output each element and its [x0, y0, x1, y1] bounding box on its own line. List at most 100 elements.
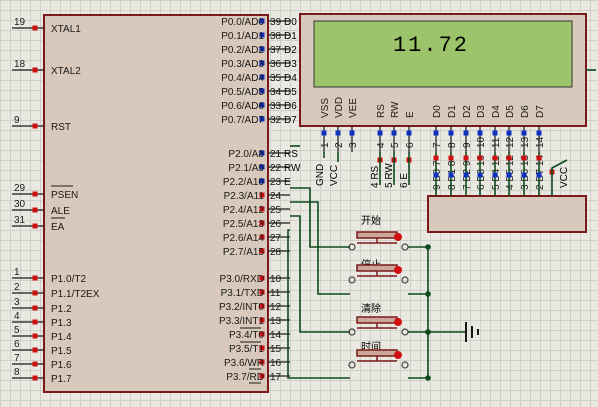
pin-marker	[32, 207, 38, 213]
pin-marker	[492, 130, 498, 136]
mcu-pin-number: 16	[270, 358, 282, 369]
mcu-pin-number: 11	[270, 288, 281, 299]
mcu-pin-name: XTAL2	[51, 66, 81, 77]
lcd-pin-number: 10	[476, 136, 487, 148]
pin-marker	[506, 172, 512, 178]
pin-marker	[521, 155, 527, 161]
pin-marker	[32, 347, 38, 353]
pin-marker	[521, 130, 527, 136]
pin-marker	[448, 155, 454, 161]
mcu-pin-number: 14	[270, 330, 282, 341]
mcu-pin-name: P3.1/TXD	[221, 288, 264, 299]
lcd-pin-number: 2	[334, 142, 345, 148]
pin-marker	[32, 333, 38, 339]
mcu-pin-number: 37	[270, 45, 282, 56]
mcu-pin-number: 39	[270, 17, 282, 28]
junction-dot	[425, 375, 431, 381]
mcu-pin-name: P2.2/A10	[223, 177, 265, 188]
mcu-pin-number: 19	[14, 17, 26, 28]
pin-marker	[32, 305, 38, 311]
pin-marker	[477, 155, 483, 161]
mcu-pin-number: 26	[270, 219, 282, 230]
mcu-pin-name: P3.6/WR	[224, 358, 264, 369]
mcu-pin-number: 28	[270, 247, 282, 258]
mcu-pin-number: 22	[270, 163, 282, 174]
junction-dot	[425, 329, 431, 335]
mcu-pin-name: ALE	[51, 206, 70, 217]
mcu-pin-number: 32	[270, 115, 282, 126]
mcu-pin-number: 35	[270, 73, 282, 84]
button-contact	[401, 243, 409, 251]
mcu-pin-name: P0.3/AD3	[221, 59, 264, 70]
lcd-pin-name: VDD	[334, 97, 345, 118]
lcd-pin-name: RW	[390, 101, 401, 118]
mcu-pin-name: P1.5	[51, 346, 72, 357]
mcu-pin-name: P0.6/AD6	[221, 101, 264, 112]
lcd-pin-name: D2	[462, 105, 473, 118]
button-contact	[401, 328, 409, 336]
mcu-pin-number: 13	[270, 316, 282, 327]
mcu-pin-number: 2	[14, 282, 20, 293]
mcu-pin-number: 15	[270, 344, 282, 355]
mcu-pin-name: P0.2/AD2	[221, 45, 264, 56]
mcu-pin-number: 21	[270, 149, 282, 160]
mcu-pin-name: P0.7/AD7	[221, 115, 264, 126]
net-label: D6	[284, 101, 297, 112]
push-button-3[interactable]	[356, 316, 398, 324]
push-button-2[interactable]	[356, 264, 398, 272]
net-label: D4	[284, 73, 297, 84]
mcu-pin-name: P2.5/A13	[223, 219, 265, 230]
push-button-1[interactable]	[356, 231, 398, 239]
resistor-pack-vcc: VCC	[559, 167, 570, 188]
button-contact	[401, 361, 409, 369]
button-contact	[348, 361, 356, 369]
junction-dot	[425, 244, 431, 250]
pin-marker	[32, 275, 38, 281]
mcu-pin-number: 7	[14, 353, 20, 364]
mcu-pin-number: 6	[14, 339, 20, 350]
mcu-pin-name: P1.3	[51, 318, 72, 329]
mcu-pin-number: 36	[270, 59, 282, 70]
lcd-pin-number: 13	[520, 136, 531, 148]
mcu-pin-name: P3.4/T0	[229, 330, 264, 341]
lcd-pin-number: 14	[535, 136, 546, 148]
lcd-pin-name: D6	[520, 105, 531, 118]
mcu-pin-name: XTAL1	[51, 24, 81, 35]
mcu-pin-name: P1.1/T2EX	[51, 289, 100, 300]
lcd-pin-number: 6	[405, 142, 416, 148]
pin-marker	[32, 67, 38, 73]
mcu-pin-number: 18	[14, 59, 26, 70]
mcu-pin-number: 38	[270, 31, 282, 42]
mcu-pin-number: 29	[14, 183, 26, 194]
push-button-4[interactable]	[356, 349, 398, 357]
lcd-pin-number: 5	[390, 142, 401, 148]
mcu-pin-name: P2.0/A8	[228, 149, 264, 160]
lcd-pin-name: D4	[491, 105, 502, 118]
mcu-pin-number: 12	[270, 302, 282, 313]
pin-marker	[32, 290, 38, 296]
pin-marker	[463, 130, 469, 136]
pin-marker	[536, 155, 542, 161]
pin-marker	[377, 130, 383, 136]
pin-marker	[349, 130, 355, 136]
net-label: D2	[284, 45, 297, 56]
mcu-pin-name: PSEN	[51, 190, 78, 201]
button-indicator	[394, 266, 402, 274]
net-label: D0	[284, 17, 297, 28]
lcd-display-text: 11.72	[393, 33, 469, 58]
mcu-pin-number: 31	[14, 215, 26, 226]
button-label: 清除	[361, 302, 381, 315]
pin-marker	[406, 130, 412, 136]
mcu-pin-number: 4	[14, 311, 20, 322]
lcd-pin-name: D1	[447, 105, 458, 118]
mcu-pin-number: 25	[270, 205, 282, 216]
net-label: D1	[284, 31, 297, 42]
wire-p23	[290, 187, 350, 248]
button-indicator	[394, 351, 402, 359]
mcu-pin-number: 24	[270, 191, 282, 202]
wire-p26	[287, 229, 350, 379]
pin-marker	[32, 123, 38, 129]
pin-marker	[433, 155, 439, 161]
pin-marker	[32, 25, 38, 31]
pin-marker	[477, 130, 483, 136]
